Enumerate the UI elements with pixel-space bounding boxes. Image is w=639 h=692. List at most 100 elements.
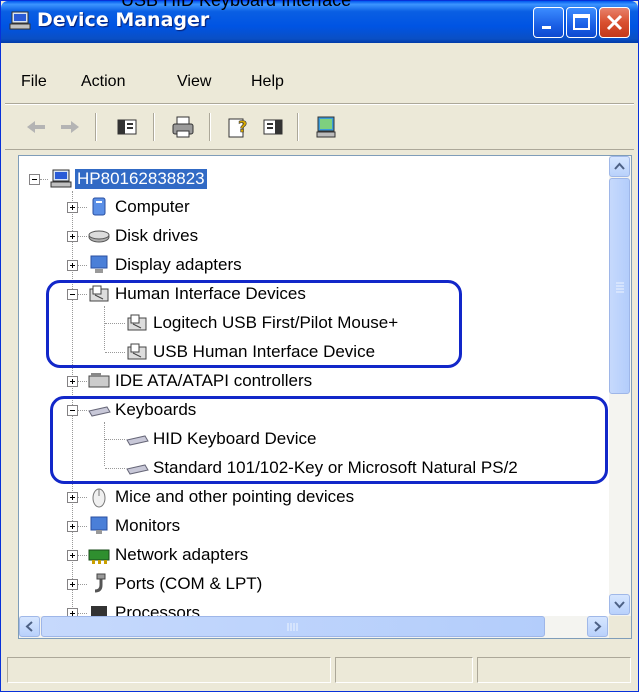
tree-item-label: Logitech USB First/Pilot Mouse+ xyxy=(153,313,399,332)
tree-item-label: Keyboards xyxy=(115,400,197,419)
expand-icon[interactable] xyxy=(67,579,78,590)
close-button[interactable] xyxy=(599,7,630,38)
expand-icon[interactable] xyxy=(67,260,78,271)
tree-item-label: Computer xyxy=(115,197,190,216)
tree-item-label: Mice and other pointing devices xyxy=(115,487,355,506)
keyboard-device-icon xyxy=(126,435,149,446)
forward-icon[interactable] xyxy=(55,113,83,141)
expand-icon[interactable] xyxy=(67,202,78,213)
tree-root[interactable]: HP80162838823 xyxy=(19,166,319,193)
toolbar-separator xyxy=(297,113,299,141)
tree-item-processors[interactable]: Processors xyxy=(19,600,519,616)
tree-item-human-interface-devices[interactable]: Human Interface Devices xyxy=(19,281,519,308)
mouse-icon xyxy=(92,488,106,508)
scroll-down-button[interactable] xyxy=(609,594,630,615)
tree-item-hid-keyboard[interactable]: HID Keyboard Device xyxy=(19,426,609,453)
tree-item-ide-ata[interactable]: IDE ATA/ATAPI controllers xyxy=(19,368,519,395)
tree-item-ports[interactable]: Ports (COM & LPT) xyxy=(19,571,519,598)
menu-file[interactable]: File xyxy=(21,73,47,91)
computer-icon xyxy=(9,11,31,30)
chevron-right-icon xyxy=(594,621,602,632)
close-icon xyxy=(606,14,623,31)
help-icon[interactable]: ? xyxy=(225,113,253,141)
tree-item-disk-drives[interactable]: Disk drives xyxy=(19,223,519,250)
tree-item-label: Ports (COM & LPT) xyxy=(115,574,263,593)
scroll-left-button[interactable] xyxy=(19,616,40,637)
scroll-up-button[interactable] xyxy=(609,156,630,177)
device-tree-pane[interactable]: HP80162838823 Computer Disk drives Displ… xyxy=(18,155,632,639)
tree-item-label: Human Interface Devices xyxy=(115,284,306,303)
show-hide-console-tree-icon[interactable] xyxy=(113,113,141,141)
tree-item-logitech-mouse[interactable]: Logitech USB First/Pilot Mouse+ xyxy=(19,310,519,337)
tree-item-label: Display adapters xyxy=(115,255,242,274)
chevron-down-icon xyxy=(614,601,625,609)
tree-line xyxy=(105,468,125,470)
tree-item-usb-hid[interactable]: USB Human Interface Device xyxy=(19,339,519,366)
monitor-icon xyxy=(90,516,108,534)
scroll-thumb[interactable] xyxy=(609,178,630,394)
menu-help[interactable]: Help xyxy=(251,73,284,91)
scan-hardware-icon[interactable] xyxy=(313,113,341,141)
vertical-scrollbar[interactable] xyxy=(609,156,631,616)
maximize-button[interactable] xyxy=(566,7,597,38)
network-adapter-icon xyxy=(88,549,110,564)
hid-icon xyxy=(89,285,109,302)
hid-device-icon xyxy=(127,314,147,331)
tree-item-label: Standard 101/102-Key or Microsoft Natura… xyxy=(153,458,518,477)
collapse-expander-icon[interactable] xyxy=(29,174,40,185)
tree-line xyxy=(78,294,87,296)
caption-text: USB HID Keyboard Interface xyxy=(121,0,352,10)
tree-line xyxy=(78,265,87,267)
status-cell xyxy=(477,657,631,683)
expand-icon[interactable] xyxy=(67,521,78,532)
port-icon xyxy=(94,573,106,593)
tree-line xyxy=(78,584,87,586)
tree-item-label: Processors xyxy=(115,603,201,616)
expand-icon[interactable] xyxy=(67,376,78,387)
tree-root-label: HP80162838823 xyxy=(75,169,207,189)
status-cell xyxy=(335,657,473,683)
menu-view[interactable]: View xyxy=(177,73,211,91)
tree-line xyxy=(40,179,48,181)
expand-icon[interactable] xyxy=(67,550,78,561)
chevron-left-icon xyxy=(25,621,33,632)
tree-item-mice[interactable]: Mice and other pointing devices xyxy=(19,484,519,511)
svg-text:?: ? xyxy=(238,117,247,136)
disk-drive-icon xyxy=(88,230,110,243)
toolbar-separator xyxy=(95,113,97,141)
tree-item-label: Network adapters xyxy=(115,545,249,564)
menu-bar: File Action View Help xyxy=(1,67,638,103)
expand-icon[interactable] xyxy=(67,231,78,242)
tree-item-label: IDE ATA/ATAPI controllers xyxy=(115,371,313,390)
minimize-button[interactable] xyxy=(533,7,564,38)
keyboard-device-icon xyxy=(126,464,149,475)
tree-item-monitors[interactable]: Monitors xyxy=(19,513,519,540)
tree-item-network-adapters[interactable]: Network adapters xyxy=(19,542,519,569)
chevron-up-icon xyxy=(614,162,625,170)
tree-item-label: USB Human Interface Device xyxy=(153,342,376,361)
tree-line xyxy=(105,323,125,325)
keyboard-icon xyxy=(88,406,111,417)
collapse-icon[interactable] xyxy=(67,289,78,300)
properties-icon[interactable] xyxy=(259,113,287,141)
computer-icon xyxy=(50,169,72,188)
tree-item-display-adapters[interactable]: Display adapters xyxy=(19,252,519,279)
menu-action[interactable]: Action xyxy=(81,73,125,91)
expand-icon[interactable] xyxy=(67,608,78,616)
scroll-thumb[interactable] xyxy=(41,616,545,637)
horizontal-scrollbar[interactable] xyxy=(19,616,609,638)
scroll-right-button[interactable] xyxy=(587,616,608,637)
scrollbar-corner xyxy=(609,616,631,638)
tree-item-computer[interactable]: Computer xyxy=(19,194,519,221)
toolbar-separator xyxy=(209,113,211,141)
print-icon[interactable] xyxy=(169,113,197,141)
collapse-icon[interactable] xyxy=(67,405,78,416)
status-bar xyxy=(1,649,638,691)
tree-item-standard-keyboard[interactable]: Standard 101/102-Key or Microsoft Natura… xyxy=(19,455,609,482)
status-cell xyxy=(7,657,331,683)
expand-icon[interactable] xyxy=(67,492,78,503)
tree-item-keyboards[interactable]: Keyboards xyxy=(19,397,519,424)
back-icon[interactable] xyxy=(23,113,51,141)
device-manager-window: Device Manager USB HID Keyboard Interfac… xyxy=(0,0,639,692)
toolbar-separator xyxy=(153,113,155,141)
